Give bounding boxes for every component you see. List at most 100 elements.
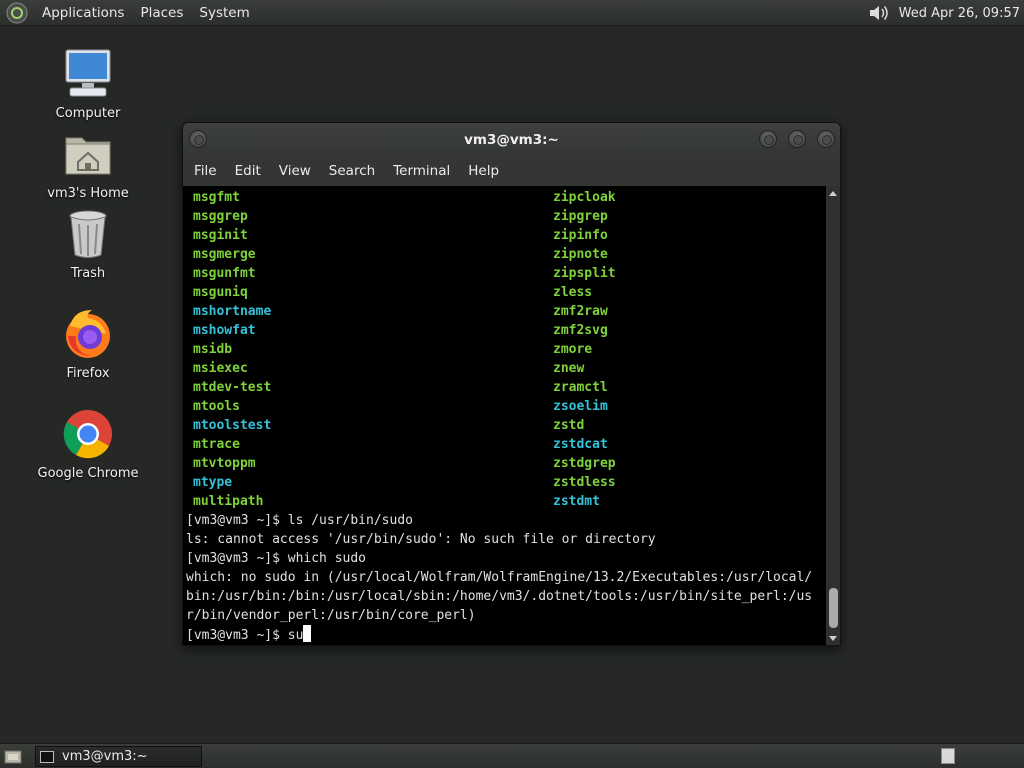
menu-file[interactable]: File xyxy=(185,156,226,186)
listing-row: msgunfmt zipsplit xyxy=(183,264,826,283)
listing-entry: msgfmt xyxy=(193,190,240,205)
listing-entry: mtools xyxy=(193,399,240,414)
listing-entry: zipsplit xyxy=(553,266,616,281)
firefox-icon xyxy=(66,310,110,358)
menu-terminal[interactable]: Terminal xyxy=(384,156,459,186)
listing-entry: zipnote xyxy=(553,247,608,262)
listing-row: mtype zstdless xyxy=(183,473,826,492)
listing-entry: zipinfo xyxy=(553,228,608,243)
shell-prompt: [vm3@vm3 ~]$ xyxy=(186,628,288,643)
desktop-icon-trash[interactable]: Trash xyxy=(33,206,143,281)
listing-row: mtrace zstdcat xyxy=(183,435,826,454)
listing-row: msiexec znew xyxy=(183,359,826,378)
terminal-icon xyxy=(40,750,54,763)
show-desktop-icon[interactable] xyxy=(4,748,22,764)
listing-entry: msginit xyxy=(193,228,248,243)
terminal-window[interactable]: vm3@vm3:~ File Edit View Search Terminal… xyxy=(182,122,841,646)
output-line: [vm3@vm3 ~]$ which sudo xyxy=(186,551,367,566)
minimize-button[interactable] xyxy=(759,130,777,148)
places-menu[interactable]: Places xyxy=(132,0,191,26)
listing-row: msginit zipinfo xyxy=(183,226,826,245)
listing-entry: zsoelim xyxy=(553,399,608,414)
listing-entry: mtype xyxy=(193,475,233,490)
scroll-up-arrow-icon[interactable] xyxy=(829,191,837,196)
desktop-icon-label: Computer xyxy=(55,106,121,121)
system-menu[interactable]: System xyxy=(191,0,257,26)
output-line: which: no sudo in (/usr/local/Wolfram/Wo… xyxy=(186,570,813,585)
listing-entry: msgmerge xyxy=(193,247,256,262)
mint-logo-icon[interactable] xyxy=(6,2,28,24)
listing-entry: mtvtoppm xyxy=(193,456,256,471)
scroll-down-arrow-icon[interactable] xyxy=(829,636,837,641)
listing-entry: zstdmt xyxy=(553,494,600,509)
listing-entry: zless xyxy=(553,285,593,300)
desktop-icon-computer[interactable]: Computer xyxy=(33,46,143,121)
computer-icon xyxy=(65,49,111,97)
terminal-output[interactable]: msgfmt zipcloak msggrep zipgrep msginit zipin… xyxy=(183,186,826,645)
taskbar-terminal-button[interactable]: vm3@vm3:~ xyxy=(35,746,202,767)
desktop-icon-label: Firefox xyxy=(66,366,110,381)
listing-entry: zramctl xyxy=(553,380,608,395)
output-line: [vm3@vm3 ~]$ ls /usr/bin/sudo xyxy=(186,513,413,528)
window-menu-button[interactable] xyxy=(189,130,207,148)
terminal-menubar: File Edit View Search Terminal Help xyxy=(183,156,840,186)
home-folder-icon xyxy=(65,137,111,175)
listing-entry: msidb xyxy=(193,342,233,357)
listing-row: mtdev-test zramctl xyxy=(183,378,826,397)
listing-entry: mshortname xyxy=(193,304,272,319)
desktop-icon-firefox[interactable]: Firefox xyxy=(33,306,143,381)
listing-entry: zmf2svg xyxy=(553,323,608,338)
output-line: bin:/usr/bin:/bin:/usr/local/sbin:/home/… xyxy=(186,589,813,604)
menu-view[interactable]: View xyxy=(270,156,320,186)
listing-entry: zstd xyxy=(553,418,585,433)
listing-entry: zmf2raw xyxy=(553,304,608,319)
listing-row: msguniq zless xyxy=(183,283,826,302)
prompt-line[interactable]: [vm3@vm3 ~]$ su xyxy=(183,625,826,644)
listing-row: mshowfat zmf2svg xyxy=(183,321,826,340)
listing-entry: znew xyxy=(553,361,585,376)
listing-entry: mtdev-test xyxy=(193,380,272,395)
listing-entry: mshowfat xyxy=(193,323,256,338)
listing-entry: zipcloak xyxy=(553,190,616,205)
menu-edit[interactable]: Edit xyxy=(226,156,270,186)
desktop-icon-label: Trash xyxy=(70,266,106,281)
listing-entry: mtrace xyxy=(193,437,240,452)
window-titlebar[interactable]: vm3@vm3:~ xyxy=(183,123,840,156)
listing-entry: zstdcat xyxy=(553,437,608,452)
volume-icon[interactable] xyxy=(867,2,891,24)
close-button[interactable] xyxy=(817,130,835,148)
listing-row: msgfmt zipcloak xyxy=(183,188,826,207)
applications-menu[interactable]: Applications xyxy=(34,0,132,26)
output-line: ls: cannot access '/usr/bin/sudo': No su… xyxy=(186,532,656,547)
menu-help[interactable]: Help xyxy=(459,156,508,186)
listing-entry: mtoolstest xyxy=(193,418,272,433)
workspace-switcher[interactable] xyxy=(941,748,955,764)
listing-row: msggrep zipgrep xyxy=(183,207,826,226)
menu-search[interactable]: Search xyxy=(320,156,384,186)
listing-entry: msguniq xyxy=(193,285,248,300)
listing-entry: msggrep xyxy=(193,209,248,224)
trash-icon xyxy=(69,210,107,258)
bottom-panel: vm3@vm3:~ xyxy=(0,743,1024,768)
listing-row: mtoolstest zstd xyxy=(183,416,826,435)
listing-row: msidb zmore xyxy=(183,340,826,359)
top-panel: Applications Places System Wed Apr 26, 0… xyxy=(0,0,1024,26)
scrollbar-thumb[interactable] xyxy=(829,588,838,628)
listing-entry: multipath xyxy=(193,494,264,509)
desktop-icon-home[interactable]: vm3's Home xyxy=(33,126,143,201)
listing-entry: msiexec xyxy=(193,361,248,376)
listing-entry: zstdless xyxy=(553,475,616,490)
listing-row: mtools zsoelim xyxy=(183,397,826,416)
output-line: r/bin/vendor_perl:/usr/bin/core_perl) xyxy=(186,608,476,623)
maximize-button[interactable] xyxy=(788,130,806,148)
listing-entry: zipgrep xyxy=(553,209,608,224)
listing-entry: msgunfmt xyxy=(193,266,256,281)
desktop-icon-chrome[interactable]: Google Chrome xyxy=(33,406,143,481)
desktop-icon-label: Google Chrome xyxy=(37,466,139,481)
listing-entry: zmore xyxy=(553,342,593,357)
terminal-scrollbar[interactable] xyxy=(826,186,840,645)
text-cursor xyxy=(303,625,312,642)
clock[interactable]: Wed Apr 26, 09:57 xyxy=(899,6,1024,21)
listing-row: msgmerge zipnote xyxy=(183,245,826,264)
command-input[interactable]: su xyxy=(288,628,304,643)
